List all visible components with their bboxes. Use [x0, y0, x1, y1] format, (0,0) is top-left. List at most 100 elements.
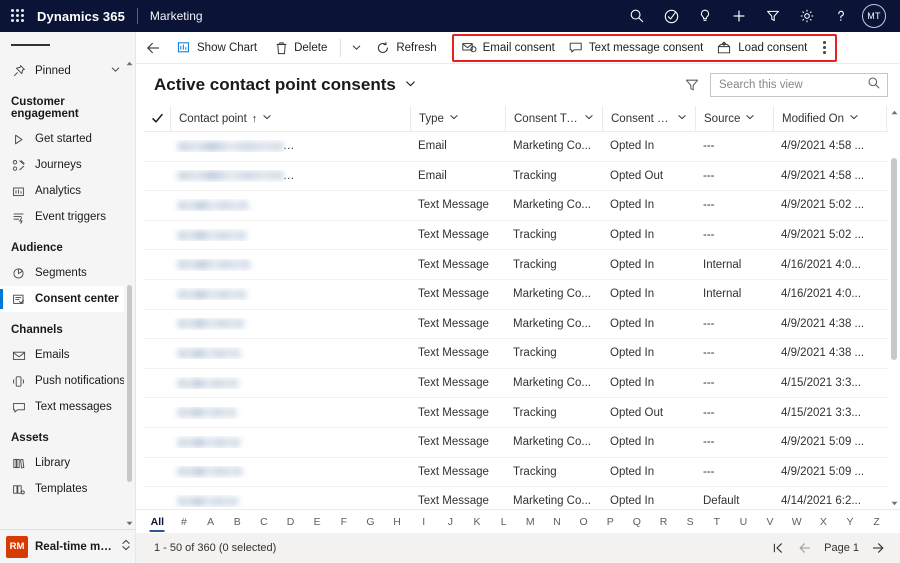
chevron-down-icon[interactable]	[449, 112, 459, 125]
search-input[interactable]	[719, 79, 867, 91]
task-check-icon[interactable]	[654, 0, 688, 32]
view-selector[interactable]: Active contact point consents	[154, 75, 417, 95]
alpha-filter-o[interactable]: O	[570, 511, 597, 533]
alpha-filter-f[interactable]: F	[330, 511, 357, 533]
column-header-consent-type-value[interactable]: Consent Type Va...	[505, 105, 602, 132]
alpha-filter-j[interactable]: J	[437, 511, 464, 533]
grid-scroll-thumb[interactable]	[891, 158, 897, 360]
more-commands-caret-icon[interactable]	[345, 32, 367, 64]
filter-icon[interactable]	[684, 77, 700, 93]
chevron-down-icon[interactable]	[849, 112, 859, 125]
table-row[interactable]: Email Marketing Co... Opted In --- 4/9/2021 …	[144, 132, 900, 162]
sidebar-collapse-icon[interactable]	[0, 32, 135, 58]
table-row[interactable]: Text Message Tracking Opted In --- 4/9/2021 …	[144, 339, 900, 369]
alpha-filter-p[interactable]: P	[597, 511, 624, 533]
alpha-filter-all[interactable]: All	[144, 511, 171, 533]
alpha-filter-e[interactable]: E	[304, 511, 331, 533]
grid-scroll-up-icon[interactable]	[888, 106, 900, 118]
table-row[interactable]: Text Message Tracking Opted In Internal 4/16…	[144, 250, 900, 280]
alpha-filter-m[interactable]: M	[517, 511, 544, 533]
sidebar-item-push-notifications[interactable]: Push notifications	[0, 368, 135, 394]
column-header-contact-point[interactable]: Contact point ↑	[170, 105, 410, 132]
area-switcher[interactable]: RM Real-time marketi...	[0, 529, 135, 563]
chevron-down-icon[interactable]	[110, 64, 121, 78]
cell-contact-point[interactable]	[170, 318, 410, 330]
text-message-consent-button[interactable]: Text message consent	[562, 32, 710, 64]
table-row[interactable]: Text Message Marketing Co... Opted In Defau…	[144, 487, 900, 509]
refresh-button[interactable]: Refresh	[367, 32, 445, 64]
alpha-filter-y[interactable]: Y	[837, 511, 864, 533]
alpha-filter-t[interactable]: T	[703, 511, 730, 533]
alpha-filter-i[interactable]: I	[410, 511, 437, 533]
sidebar-item-pinned[interactable]: Pinned	[0, 58, 135, 84]
alpha-filter-d[interactable]: D	[277, 511, 304, 533]
chevron-down-icon[interactable]	[404, 75, 417, 95]
app-name-label[interactable]: Marketing	[150, 9, 203, 23]
alpha-filter-a[interactable]: A	[197, 511, 224, 533]
sidebar-item-emails[interactable]: Emails	[0, 342, 135, 368]
table-row[interactable]: Email Tracking Opted Out --- 4/9/2021 4:58 .…	[144, 162, 900, 192]
sidebar-item-analytics[interactable]: Analytics	[0, 178, 135, 204]
alpha-filter-l[interactable]: L	[490, 511, 517, 533]
overflow-menu-icon[interactable]	[814, 35, 834, 61]
column-header-consent-status[interactable]: Consent status	[602, 105, 695, 132]
filter-icon[interactable]	[756, 0, 790, 32]
table-row[interactable]: Text Message Tracking Opted In --- 4/9/2021 …	[144, 221, 900, 251]
lightbulb-icon[interactable]	[688, 0, 722, 32]
back-button[interactable]	[138, 32, 168, 64]
gear-icon[interactable]	[790, 0, 824, 32]
alpha-filter-x[interactable]: X	[810, 511, 837, 533]
alpha-filter-s[interactable]: S	[677, 511, 704, 533]
table-row[interactable]: Text Message Tracking Opted In --- 4/9/2021 …	[144, 458, 900, 488]
delete-button[interactable]: Delete	[266, 32, 336, 64]
alpha-filter-u[interactable]: U	[730, 511, 757, 533]
previous-page-button[interactable]	[793, 536, 817, 560]
alpha-filter-hash[interactable]: #	[171, 511, 198, 533]
alpha-filter-v[interactable]: V	[757, 511, 784, 533]
column-header-type[interactable]: Type	[410, 105, 505, 132]
cell-contact-point[interactable]	[170, 347, 410, 359]
sidebar-item-segments[interactable]: Segments	[0, 260, 135, 286]
load-consent-button[interactable]: Load consent	[710, 32, 814, 64]
table-row[interactable]: Text Message Tracking Opted Out --- 4/15/202…	[144, 398, 900, 428]
cell-contact-point[interactable]	[170, 377, 410, 389]
alpha-filter-c[interactable]: C	[251, 511, 278, 533]
alpha-filter-q[interactable]: Q	[624, 511, 651, 533]
grid-scroll-down-icon[interactable]	[888, 497, 900, 509]
sidebar-item-templates[interactable]: Templates	[0, 476, 135, 502]
search-view-box[interactable]	[710, 73, 888, 97]
table-row[interactable]: Text Message Marketing Co... Opted In --- 4/…	[144, 191, 900, 221]
cell-contact-point[interactable]	[170, 466, 410, 478]
area-switcher-chevron-icon[interactable]	[121, 538, 131, 556]
email-consent-button[interactable]: Email consent	[455, 32, 562, 64]
sidebar-scroll-up-icon[interactable]	[124, 58, 135, 69]
brand-title[interactable]: Dynamics 365	[37, 9, 125, 24]
column-header-modified-on[interactable]: Modified On	[773, 105, 886, 132]
plus-icon[interactable]	[722, 0, 756, 32]
sidebar-scrollbar[interactable]	[124, 58, 135, 529]
sidebar-item-get-started[interactable]: Get started	[0, 126, 135, 152]
chevron-down-icon[interactable]	[262, 112, 272, 125]
table-row[interactable]: Text Message Marketing Co... Opted In --- 4/…	[144, 428, 900, 458]
cell-contact-point[interactable]	[170, 436, 410, 448]
cell-contact-point[interactable]	[170, 199, 410, 211]
alpha-filter-w[interactable]: W	[783, 511, 810, 533]
select-all-checkbox[interactable]	[144, 112, 170, 125]
alpha-filter-h[interactable]: H	[384, 511, 411, 533]
show-chart-button[interactable]: Show Chart	[168, 32, 266, 64]
cell-contact-point[interactable]	[170, 259, 410, 271]
app-launcher-icon[interactable]	[11, 9, 25, 23]
sidebar-item-library[interactable]: Library	[0, 450, 135, 476]
cell-contact-point[interactable]	[170, 407, 410, 419]
first-page-button[interactable]	[766, 536, 790, 560]
cell-contact-point[interactable]	[170, 229, 410, 241]
chevron-down-icon[interactable]	[677, 112, 687, 125]
sidebar-item-event-triggers[interactable]: Event triggers	[0, 204, 135, 230]
table-row[interactable]: Text Message Marketing Co... Opted In Inter…	[144, 280, 900, 310]
cell-contact-point[interactable]	[170, 495, 410, 507]
sidebar-item-journeys[interactable]: Journeys	[0, 152, 135, 178]
sidebar-scroll-track[interactable]	[127, 69, 132, 518]
sidebar-item-text-messages[interactable]: Text messages	[0, 394, 135, 420]
alpha-filter-z[interactable]: Z	[863, 511, 890, 533]
cell-contact-point[interactable]	[170, 170, 410, 182]
